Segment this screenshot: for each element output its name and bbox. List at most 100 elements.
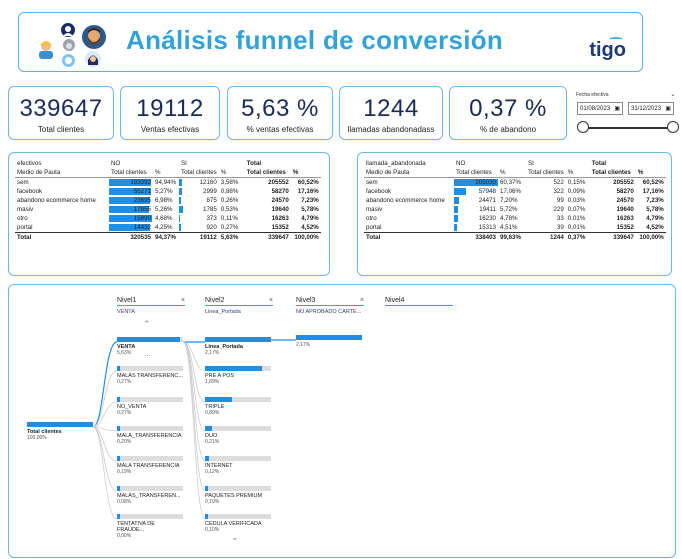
col-header: % xyxy=(218,168,245,178)
table-row[interactable]: otro 16230 4,78% 33 0,01% 16263 4,79% xyxy=(364,214,666,223)
range-end-handle[interactable] xyxy=(667,121,679,133)
cell-value: 23695 xyxy=(133,196,151,204)
node-bar xyxy=(205,486,271,491)
tree-node[interactable]: PRE A POS 1,89% xyxy=(205,366,271,385)
cell-value: 373 xyxy=(206,215,217,223)
node-label: TENTATIVA DE FRAUDE... xyxy=(117,521,155,533)
tree-node[interactable]: CEDULA VERIFICADA 0,10% xyxy=(205,514,271,533)
table-row[interactable]: facebook 57948 17,06% 322 0,09% 58270 17,16% xyxy=(364,187,666,196)
cell-bar xyxy=(179,178,182,186)
node-bar xyxy=(117,514,183,519)
more-icon[interactable]: … xyxy=(144,351,151,358)
tree-node[interactable]: MALA TRANSFERENCIA 0,19% xyxy=(117,456,183,475)
cell-value: 522 xyxy=(553,178,564,186)
cell-value: portal xyxy=(366,224,382,232)
table-row[interactable]: masiv 17855 5,26% 1785 0,53% 19640 5,78% xyxy=(15,205,321,214)
cell-value: otro xyxy=(17,215,28,223)
table-row[interactable]: portal 14432 4,25% 920 0,27% 15352 4,52% xyxy=(15,223,321,232)
node-bar xyxy=(117,397,183,402)
level-header-nivel3[interactable]: Nivel3 × xyxy=(296,297,364,306)
table-row[interactable]: sem 193392 94,94% 12160 3,58% 205552 60,52% xyxy=(15,177,321,186)
table-row[interactable]: masiv 19411 5,72% 229 0,07% 19640 5,78% xyxy=(364,205,666,214)
cell-value: otro xyxy=(366,215,377,223)
matrix-efectivos: efectivos NO SI Total Medio de Pauta Tot… xyxy=(8,152,330,276)
date-slicer[interactable]: Fecha efectiva ⌄ 01/08/2023 ▣ 31/12/2023… xyxy=(576,90,680,142)
cell-value: 4,78% xyxy=(500,215,518,223)
cell-value: abandono ecommerce home xyxy=(17,196,96,204)
col-header: % xyxy=(153,168,179,178)
tree-node[interactable]: INTERNET 0,12% xyxy=(205,456,271,475)
tree-node[interactable]: DUO 0,21% xyxy=(205,426,271,445)
node-pct: 2,17% xyxy=(205,350,220,356)
level-name: Nivel1 xyxy=(117,297,137,304)
cell-value: 94,94% xyxy=(155,178,176,186)
level-header-nivel1[interactable]: Nivel1 × xyxy=(117,297,185,306)
close-icon[interactable]: × xyxy=(181,297,185,304)
start-date-input[interactable]: 01/08/2023 ▣ xyxy=(577,102,623,115)
table-row[interactable]: otro 15890 4,68% 373 0,11% 16263 4,79% xyxy=(15,214,321,223)
range-start-handle[interactable] xyxy=(577,121,589,133)
start-date-value: 01/08/2023 xyxy=(580,106,611,112)
node-pct: 2,17% xyxy=(296,342,311,348)
col-header-sorted[interactable]: % xyxy=(290,168,321,178)
kpi-label: Ventas efectivas xyxy=(140,125,200,134)
cell-value: masiv xyxy=(366,206,383,214)
chevron-up-icon[interactable]: ⌃ xyxy=(143,319,151,330)
chevron-down-icon[interactable]: ⌄ xyxy=(231,532,239,543)
tree-node[interactable]: MALAS TRANSFERENC... 0,27% xyxy=(117,366,183,385)
cell-value: 0,15% xyxy=(567,178,586,186)
table-row[interactable]: abandono ecommerce home 23695 6,98% 875 0,26… xyxy=(15,196,321,205)
tree-node[interactable]: NO_VENTA 0,27% xyxy=(117,397,183,416)
cell-value: 16263 xyxy=(271,215,289,223)
cell-value: 0,27% xyxy=(220,224,239,232)
cell-value: 875 xyxy=(206,196,217,204)
kpi-label: % de abandono xyxy=(479,125,537,134)
table-row[interactable]: abandono ecommerce home 24471 7,20% 99 0,03%… xyxy=(364,196,666,205)
matrix-table: llamada_abandonada NO SI Total Medio de … xyxy=(364,159,666,242)
level-name: Nivel3 xyxy=(296,297,316,304)
cell-value: 0,01% xyxy=(567,215,586,223)
chevron-down-icon[interactable]: ⌄ xyxy=(670,90,676,98)
group-header-total: Total xyxy=(246,160,262,168)
cell-value: 58270 xyxy=(616,187,634,195)
node-pct: 100,00% xyxy=(27,435,47,441)
cell-value: 19112 xyxy=(199,233,217,241)
cell-value: 58270 xyxy=(271,187,289,195)
close-icon[interactable]: × xyxy=(269,297,273,304)
col-header-sorted[interactable]: % xyxy=(635,168,666,178)
tree-node[interactable]: MALA_TRANSFERENCIA 0,20% xyxy=(117,426,183,445)
cell-value: 3,58% xyxy=(220,178,239,186)
node-bar xyxy=(205,397,271,402)
cell-value: 19640 xyxy=(271,206,289,214)
calendar-icon[interactable]: ▣ xyxy=(665,105,671,112)
avatar-worker-icon xyxy=(37,39,55,59)
cell-value: 55271 xyxy=(133,187,151,195)
end-date-input[interactable]: 31/12/2023 ▣ xyxy=(628,102,674,115)
tree-node[interactable]: Linea_Portada 2,17% xyxy=(205,337,271,356)
close-icon[interactable]: × xyxy=(360,297,364,304)
tree-node[interactable]: TRIPLE 0,89% xyxy=(205,397,271,416)
node-bar xyxy=(205,456,271,461)
date-range-track[interactable] xyxy=(583,127,673,129)
node-fill xyxy=(205,366,263,371)
tree-node[interactable]: 2,17% xyxy=(296,335,362,348)
tree-root-node[interactable]: Total clientes 100,00% xyxy=(27,422,93,441)
cell-value: 320535 xyxy=(130,233,151,241)
tree-node[interactable]: MALAS_TRANSFEREN... 0,08% xyxy=(117,486,183,505)
table-row[interactable]: portal 15313 4,51% 39 0,01% 15352 4,52% xyxy=(364,223,666,232)
col-header: Total clientes xyxy=(589,168,636,178)
table-row[interactable]: sem 205030 60,37% 522 0,15% 205552 60,52% xyxy=(364,177,666,186)
cell-value: 7,23% xyxy=(301,196,319,204)
tree-node[interactable]: TENTATIVA DE FRAUDE... 0,00% xyxy=(117,514,183,539)
avatar-bearded-man-icon xyxy=(82,25,106,49)
cell-value: 99,63% xyxy=(500,233,521,241)
node-fill xyxy=(117,456,121,461)
table-row[interactable]: facebook 55271 5,27% 2999 0,88% 58270 17,16% xyxy=(15,187,321,196)
cell-value: 1244 xyxy=(550,233,564,241)
cell-value: 60,52% xyxy=(297,178,319,186)
level-header-nivel4[interactable]: Nivel4 xyxy=(385,297,453,306)
calendar-icon[interactable]: ▣ xyxy=(614,105,620,112)
level-header-nivel2[interactable]: Nivel2 × xyxy=(205,297,273,306)
tree-node[interactable]: PAQUETES PREMIUM 0,10% xyxy=(205,486,271,505)
cell-bar xyxy=(179,187,182,195)
